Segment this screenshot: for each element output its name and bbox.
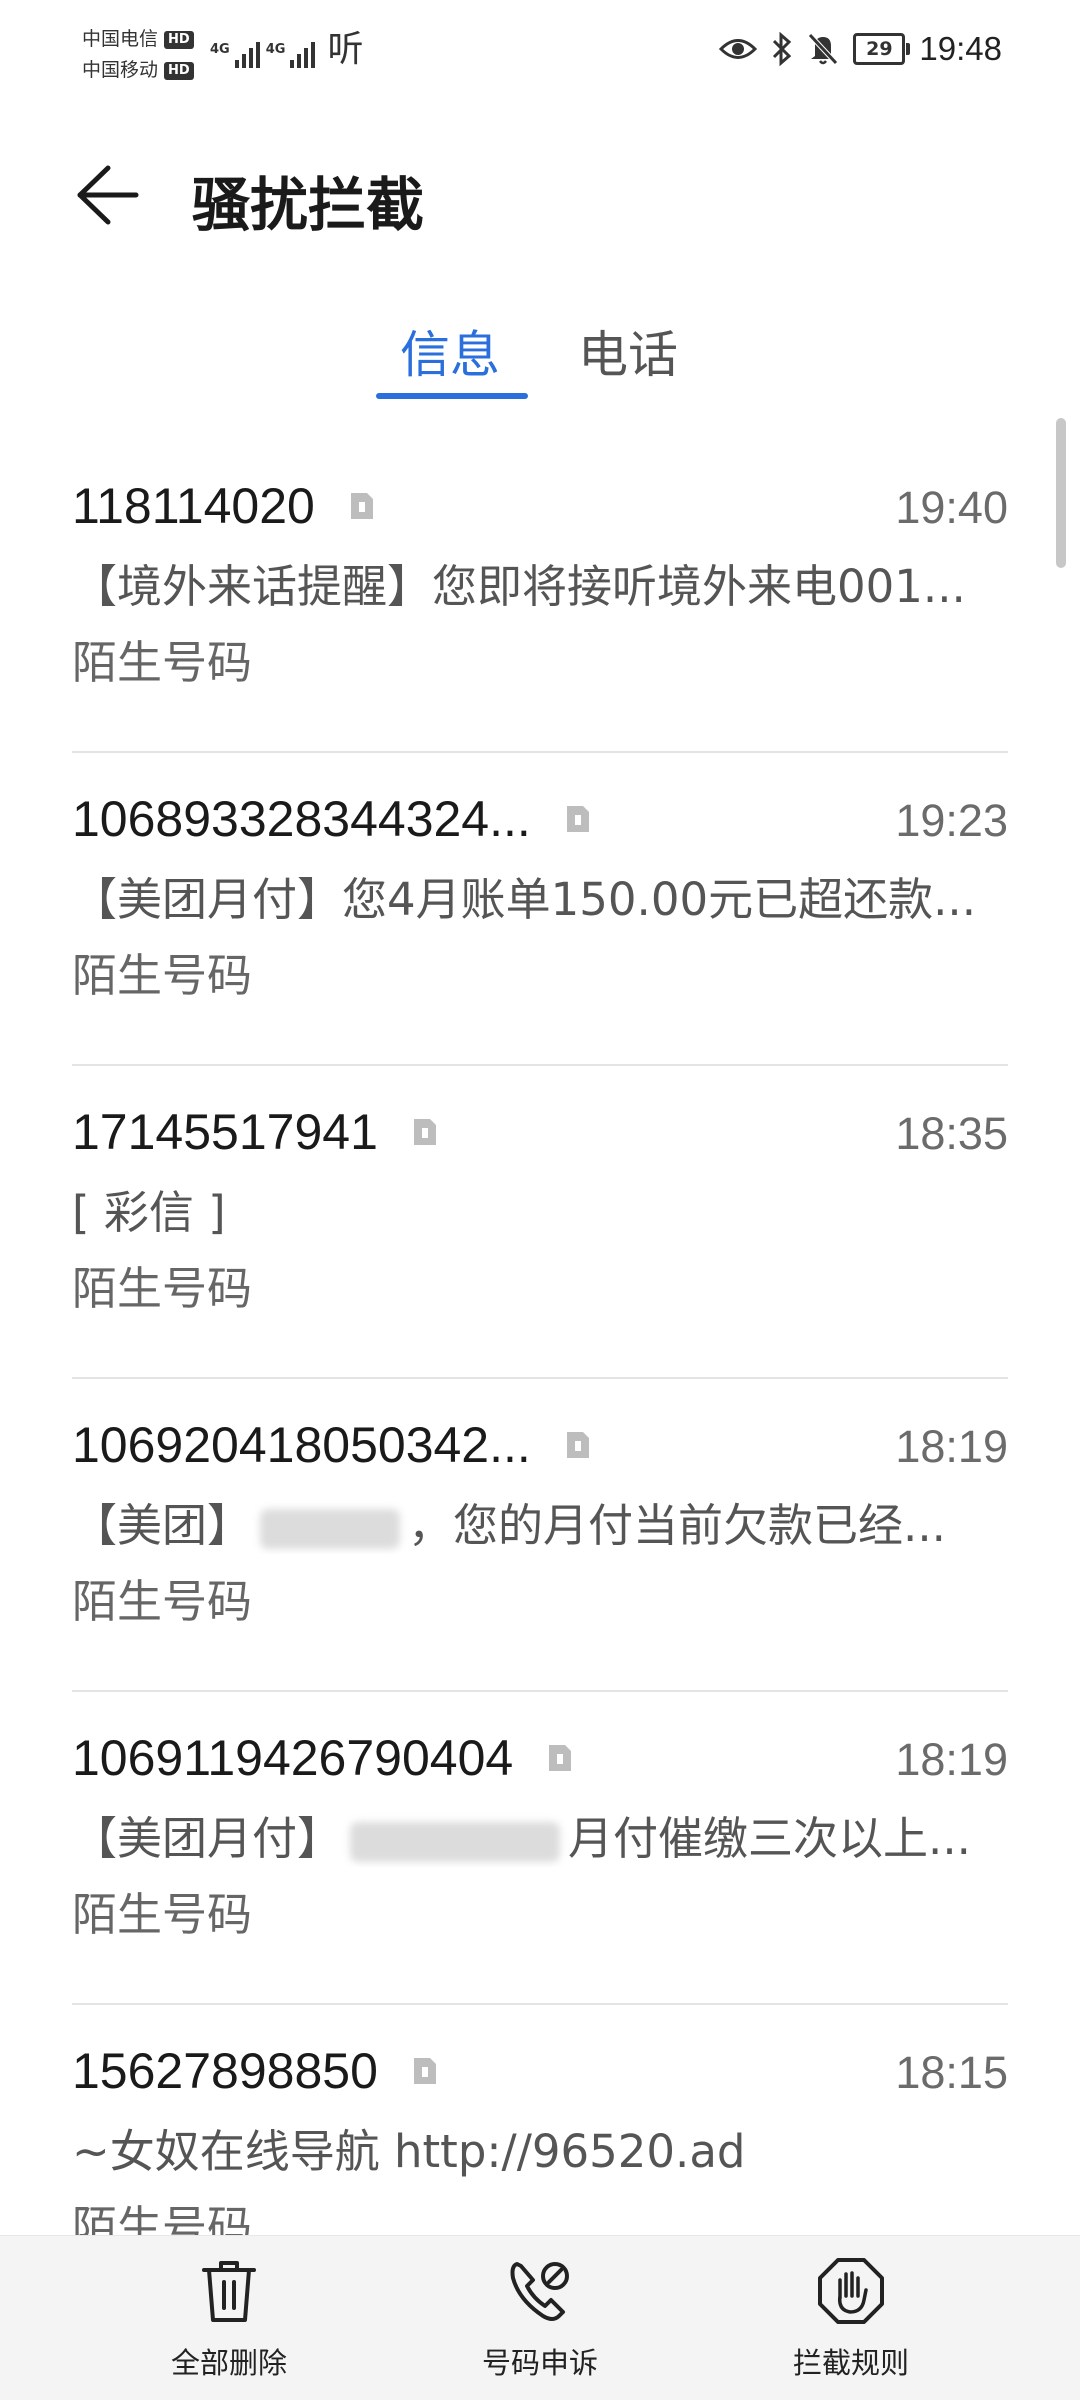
message-preview: [ 彩信 ] xyxy=(72,1186,226,1239)
sender-number: 17145517941 xyxy=(72,1104,378,1160)
sender-number: 106920418050342... xyxy=(72,1417,531,1473)
message-preview: 【美团】 ，您的月付当前欠款已经... xyxy=(72,1489,1008,1554)
battery-icon: 29 xyxy=(853,33,911,65)
message-time: 18:19 xyxy=(895,1421,1008,1472)
tab-messages[interactable]: 信息 xyxy=(400,315,500,387)
message-time: 19:23 xyxy=(895,795,1008,846)
status-clock: 19:48 xyxy=(919,30,1002,67)
sim-card-icon xyxy=(566,806,589,832)
page-title: 骚扰拦截 xyxy=(192,171,425,239)
number-tag: 陌生号码 xyxy=(72,636,253,689)
active-tab-indicator xyxy=(376,393,528,399)
number-tag: 陌生号码 xyxy=(72,1262,253,1315)
tab-bar: 信息 电话 xyxy=(0,305,1080,405)
bluetooth-icon xyxy=(773,32,792,66)
delete-all-button[interactable]: 全部删除 xyxy=(114,2256,344,2382)
preview-suffix: 月付催缴三次以上... xyxy=(568,1812,971,1865)
message-list: 118114020 19:40 【境外来话提醒】您即将接听境外来电001... … xyxy=(0,440,1080,2318)
number-tag: 陌生号码 xyxy=(72,1575,253,1628)
signal-icon: 4G xyxy=(266,42,316,68)
preview-suffix: ，您的月付当前欠款已经... xyxy=(408,1499,946,1552)
hand-stop-icon xyxy=(818,2258,884,2324)
signal-icon: 4G xyxy=(210,42,260,68)
trash-icon xyxy=(202,2261,256,2322)
sim-card-icon xyxy=(413,1119,436,1145)
hd-badge: HD xyxy=(164,61,194,80)
preview-prefix: 【美团】 xyxy=(72,1499,253,1552)
phone-appeal-icon xyxy=(510,2262,569,2321)
status-right-icons: 29 19:48 xyxy=(719,30,1002,68)
sim-card-icon xyxy=(413,2058,436,2084)
list-item[interactable]: 1069119426790404 18:19 【美团月付】 月付催缴三次以上...… xyxy=(0,1692,1080,2005)
message-preview: 【美团月付】 月付催缴三次以上... xyxy=(72,1802,1008,1867)
hd-badge: HD xyxy=(164,30,194,49)
carrier-1-label: 中国电信 xyxy=(82,28,159,50)
header: 骚扰拦截 xyxy=(0,140,1080,250)
sim-card-icon xyxy=(549,1745,572,1771)
carrier-info: 中国电信 HD 中国移动 HD xyxy=(82,24,194,86)
message-time: 19:40 xyxy=(895,482,1008,533)
tab-calls[interactable]: 电话 xyxy=(578,315,678,387)
list-item[interactable]: 106893328344324... 19:23 【美团月付】您4月账单150.… xyxy=(0,753,1080,1066)
list-item[interactable]: 106920418050342... 18:19 【美团】 ，您的月付当前欠款已经… xyxy=(0,1379,1080,1692)
number-tag: 陌生号码 xyxy=(72,949,253,1002)
number-appeal-label: 号码申诉 xyxy=(481,2346,598,2380)
message-preview: 【境外来话提醒】您即将接听境外来电001... xyxy=(72,560,966,613)
carrier-2-label: 中国移动 xyxy=(82,59,159,81)
preview-prefix: 【美团月付】 xyxy=(72,1812,343,1865)
message-time: 18:35 xyxy=(895,1108,1008,1159)
sim-card-icon xyxy=(350,493,373,519)
network-type: 4G xyxy=(210,42,230,57)
number-appeal-button[interactable]: 号码申诉 xyxy=(425,2256,655,2382)
list-item[interactable]: 17145517941 18:35 [ 彩信 ] 陌生号码 xyxy=(0,1066,1080,1379)
message-time: 18:19 xyxy=(895,1734,1008,1785)
sender-number: 15627898850 xyxy=(72,2043,378,2099)
network-type: 4G xyxy=(265,42,286,57)
block-rules-label: 拦截规则 xyxy=(792,2346,909,2380)
delete-all-label: 全部删除 xyxy=(170,2346,287,2380)
status-bar: 中国电信 HD 中国移动 HD 4G 4G 听 29 19:48 xyxy=(0,0,1080,110)
message-preview: ~女奴在线导航 http://96520.ad xyxy=(72,2125,746,2178)
block-rules-button[interactable]: 拦截规则 xyxy=(736,2256,966,2382)
sender-number: 118114020 xyxy=(72,478,315,534)
redacted-text xyxy=(260,1509,401,1549)
eye-comfort-icon xyxy=(719,39,758,59)
arrow-left-icon xyxy=(77,165,139,225)
ting-app-icon: 听 xyxy=(327,29,364,70)
message-time: 18:15 xyxy=(895,2047,1008,2098)
screen: 中国电信 HD 中国移动 HD 4G 4G 听 29 19:48 骚扰拦截 信息… xyxy=(0,0,1080,2400)
sender-number: 1069119426790404 xyxy=(72,1730,514,1786)
bell-off-icon xyxy=(808,33,839,65)
signal-indicators: 4G 4G 听 xyxy=(210,32,363,68)
number-tag: 陌生号码 xyxy=(72,1888,253,1941)
sim-card-icon xyxy=(566,1432,589,1458)
message-preview: 【美团月付】您4月账单150.00元已超还款... xyxy=(72,873,977,926)
redacted-text xyxy=(350,1822,561,1862)
back-button[interactable] xyxy=(72,160,142,230)
sender-number: 106893328344324... xyxy=(72,791,531,847)
bottom-action-bar: 全部删除 号码申诉 拦截规则 xyxy=(0,2235,1080,2400)
list-item[interactable]: 118114020 19:40 【境外来话提醒】您即将接听境外来电001... … xyxy=(0,440,1080,753)
